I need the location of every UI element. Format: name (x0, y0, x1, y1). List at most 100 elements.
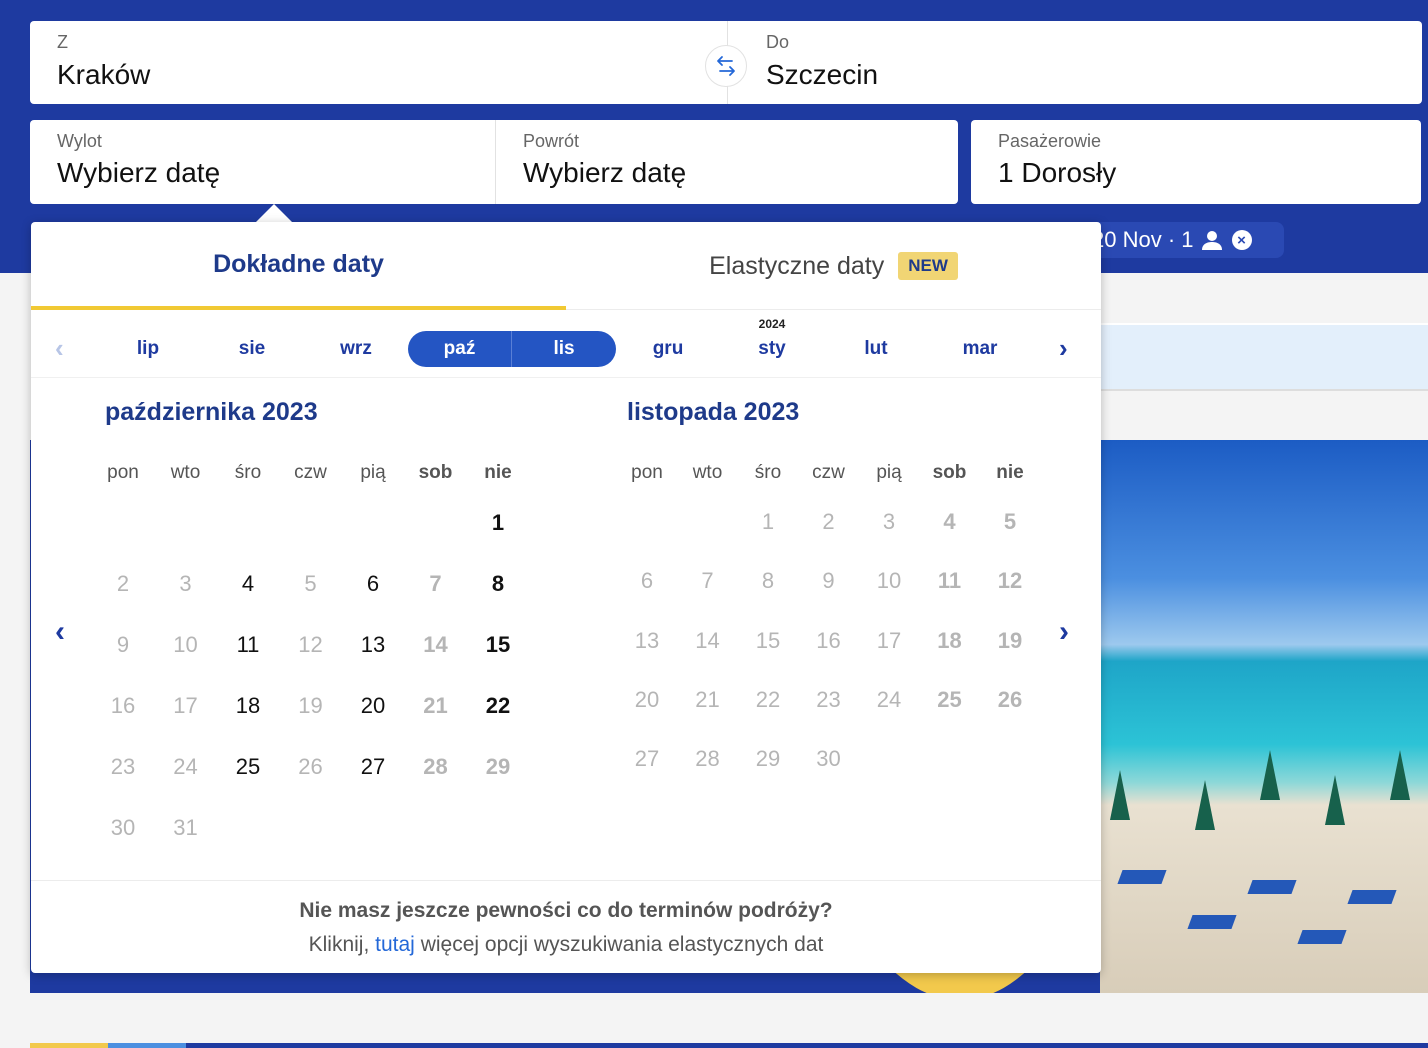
recent-search-text: 20 Nov · 1 (1092, 227, 1194, 252)
month-chip[interactable]: sty (720, 331, 824, 367)
weekday-header: pon (107, 462, 139, 483)
return-date-field[interactable]: Powrót Wybierz datę (495, 120, 958, 204)
month-chip[interactable]: lut (824, 331, 928, 367)
calendar-day[interactable]: 27 (342, 754, 404, 780)
calendar-day-disabled: 3 (179, 571, 192, 596)
weekday-header: czw (294, 462, 327, 483)
calendar-day-disabled: 21 (695, 686, 720, 712)
departure-date-field[interactable]: Wylot Wybierz datę (30, 120, 495, 204)
beach-photo (1100, 440, 1428, 993)
umbrella-shape (1390, 750, 1410, 800)
month-chip[interactable]: sie (200, 331, 304, 367)
origin-field[interactable]: Z Kraków (30, 21, 727, 104)
calendar-day-disabled: 16 (816, 627, 841, 653)
calendar-day-disabled: 28 (423, 754, 448, 779)
month-chip-selected[interactable]: lis (512, 331, 616, 367)
calendar-day[interactable]: 4 (217, 571, 279, 597)
calendar-day[interactable]: 18 (217, 693, 279, 719)
calendar-day-disabled: 20 (634, 686, 660, 712)
chevron-right-icon[interactable]: › (1059, 615, 1069, 649)
calendar-day[interactable]: 20 (342, 693, 404, 719)
calendar-day-disabled: 12 (298, 632, 323, 657)
person-icon (1201, 231, 1222, 250)
calendar-day-disabled: 4 (943, 509, 956, 534)
calendar-day[interactable]: 11 (217, 632, 279, 658)
strip-yellow (30, 1043, 108, 1048)
calendar-day-disabled: 26 (997, 686, 1023, 712)
year-marker: 2024 (758, 317, 786, 331)
close-circle-icon[interactable]: × (1231, 230, 1252, 250)
calendar-day-disabled: 19 (997, 627, 1023, 653)
footer-suffix: więcej opcji wyszukiwania elastycznych d… (414, 933, 824, 956)
chair-shape (1297, 930, 1347, 944)
calendar-day-disabled: 16 (110, 693, 136, 718)
calendar-day-disabled: 14 (423, 632, 448, 657)
weekday-header: sob (932, 462, 967, 483)
weekday-header: nie (484, 462, 512, 483)
chair-shape (1117, 870, 1167, 884)
calendar-day-disabled: 29 (755, 746, 781, 772)
recent-search-chip[interactable]: 20 Nov · 1 × (1080, 222, 1284, 258)
calendar-day[interactable]: 13 (342, 632, 404, 658)
month-chip[interactable]: wrz (304, 331, 408, 367)
calendar-day[interactable]: 1 (467, 510, 529, 536)
calendar-day-disabled: 12 (997, 568, 1023, 594)
calendar-day-disabled: 21 (423, 693, 448, 718)
passengers-field[interactable]: Pasażerowie 1 Dorosły (971, 120, 1421, 204)
date-mode-tabs: Dokładne daty Elastyczne daty NEW (31, 222, 1101, 310)
calendar-day-disabled: 22 (755, 686, 781, 712)
calendar-day[interactable]: 15 (467, 632, 529, 658)
tab-flexible-dates[interactable]: Elastyczne daty NEW (566, 222, 1101, 310)
chevron-right-icon[interactable]: › (1059, 333, 1068, 364)
month-chip[interactable]: mar (928, 331, 1032, 367)
calendar-day[interactable]: 8 (467, 571, 529, 597)
calendar-day-disabled: 18 (937, 627, 962, 653)
footer-hint: Kliknij, tutaj więcej opcji wyszukiwania… (31, 933, 1101, 957)
calendar-day-disabled: 7 (429, 571, 442, 596)
weekday-header: wto (692, 462, 723, 483)
calendar-day-disabled: 23 (110, 754, 136, 779)
weekday-header: pią (360, 462, 386, 483)
swap-airports-button[interactable] (705, 45, 747, 87)
umbrella-shape (1110, 770, 1130, 820)
flexible-dates-link[interactable]: tutaj (375, 933, 415, 956)
calendar-day-disabled: 30 (816, 746, 841, 772)
departure-value: Wybierz datę (57, 157, 221, 188)
calendar-day-disabled: 13 (634, 627, 660, 653)
weekday-header: śro (754, 462, 782, 483)
chevron-left-icon[interactable]: ‹ (55, 333, 64, 364)
month-chip[interactable]: lip (96, 331, 200, 367)
calendar-day-disabled: 11 (937, 568, 962, 594)
calendar-day-disabled: 2 (116, 571, 130, 596)
footer-question: Nie masz jeszcze pewności co do terminów… (299, 899, 833, 922)
chevron-left-icon[interactable]: ‹ (55, 615, 65, 649)
calendar-day[interactable]: 25 (217, 754, 279, 780)
bottom-accent-strip (30, 1043, 1428, 1048)
return-value: Wybierz datę (523, 157, 687, 188)
calendar-day-disabled: 23 (816, 686, 841, 712)
calendar-day[interactable]: 22 (467, 693, 529, 719)
passengers-value: 1 Dorosły (998, 157, 1117, 188)
flexible-hint-footer: Nie masz jeszcze pewności co do terminów… (31, 880, 1101, 973)
month-title-left: października 2023 (105, 398, 318, 426)
calendar-day-disabled: 28 (695, 746, 720, 772)
weekday-header: nie (996, 462, 1024, 483)
tab-exact-dates[interactable]: Dokładne daty (31, 222, 566, 310)
month-chip[interactable]: gru (616, 331, 720, 367)
calendar-day-disabled: 1 (761, 509, 775, 534)
return-label: Powrót (523, 131, 580, 151)
calendar-day-disabled: 10 (876, 568, 902, 594)
calendar-day-disabled: 24 (876, 686, 902, 712)
weekday-header: czw (812, 462, 845, 483)
month-title-right: listopada 2023 (627, 398, 800, 426)
calendar-day-disabled: 27 (634, 746, 660, 772)
month-chip-selected[interactable]: paź (408, 331, 512, 367)
destination-field[interactable]: Do Szczecin (727, 21, 1422, 104)
weekday-header: śro (234, 462, 262, 483)
calendar-day-disabled: 26 (298, 754, 323, 779)
calendar-day-disabled: 15 (755, 627, 781, 653)
calendar-day-disabled: 5 (304, 571, 317, 596)
calendar-day-disabled: 30 (110, 815, 136, 840)
chair-shape (1347, 890, 1397, 904)
calendar-day[interactable]: 6 (342, 571, 404, 597)
